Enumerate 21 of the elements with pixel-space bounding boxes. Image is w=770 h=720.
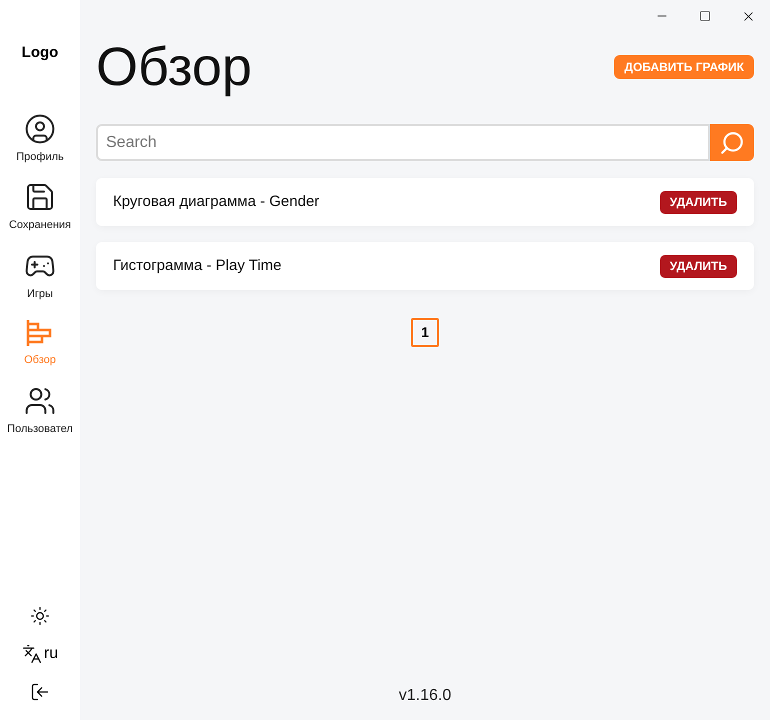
version-label: v1.16.0 [398,686,452,706]
translate-icon [22,644,42,664]
chart-name: Гистограмма - Play Time [113,256,282,276]
delete-button[interactable]: УДАЛИТЬ [660,254,737,278]
page-button[interactable]: 1 [411,318,439,347]
search-icon [719,130,745,156]
delete-button[interactable]: УДАЛИТЬ [660,190,737,214]
nav-item[interactable]: Игры [0,250,80,302]
search-field[interactable]: Search [96,124,710,161]
nav-item[interactable]: Пользовател [0,384,80,437]
search-button[interactable] [710,124,754,161]
maximize-icon[interactable] [699,10,711,22]
chart-name: Круговая диаграмма - Gender [113,192,320,212]
logo: Logo [22,43,58,63]
user-circle-icon [24,112,56,144]
nav-item[interactable]: Профиль [0,112,80,165]
logout-icon[interactable] [30,682,50,702]
theme-icon[interactable] [30,606,50,626]
language-button[interactable]: ru [22,642,58,666]
nav-item[interactable]: Сохранения [0,181,80,234]
page-title: Обзор [96,40,252,94]
